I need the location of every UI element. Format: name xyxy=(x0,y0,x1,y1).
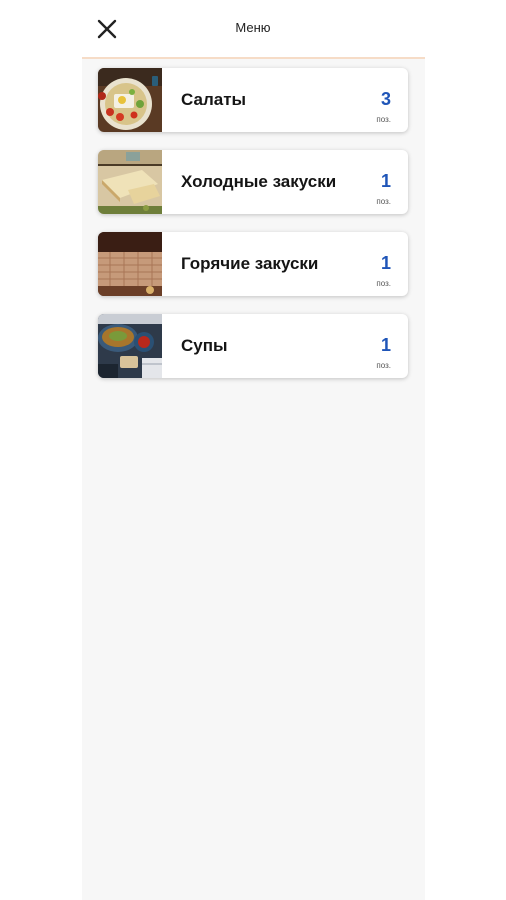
header: Меню xyxy=(0,0,506,58)
category-count-unit: поз. xyxy=(376,279,391,288)
category-card-soups[interactable]: Супы 1 поз. xyxy=(98,314,408,378)
cold-appetizers-photo xyxy=(98,150,162,214)
page-title: Меню xyxy=(235,20,271,35)
soup-photo xyxy=(98,314,162,378)
category-name: Горячие закуски xyxy=(181,254,319,273)
category-count: 1 xyxy=(380,253,391,273)
category-count-unit: поз. xyxy=(376,197,391,206)
category-name: Холодные закуски xyxy=(181,172,337,191)
category-card-salads[interactable]: Салаты 3 поз. xyxy=(98,68,408,132)
category-name: Супы xyxy=(181,336,228,355)
salad-photo xyxy=(98,68,162,132)
category-count-unit: поз. xyxy=(376,361,391,370)
category-name: Салаты xyxy=(181,90,247,109)
category-count: 1 xyxy=(380,171,391,191)
menu-screen: Меню Салаты 3 поз. Холодные закуски 1 по… xyxy=(0,0,506,900)
category-count-unit: поз. xyxy=(376,115,391,124)
hot-appetizers-photo xyxy=(98,232,162,296)
category-count: 3 xyxy=(380,89,391,109)
category-card-hot-appetizers[interactable]: Горячие закуски 1 поз. xyxy=(98,232,408,296)
category-count: 1 xyxy=(380,335,391,355)
category-card-cold-appetizers[interactable]: Холодные закуски 1 поз. xyxy=(98,150,408,214)
category-list: Салаты 3 поз. Холодные закуски 1 поз. Го… xyxy=(82,57,425,900)
